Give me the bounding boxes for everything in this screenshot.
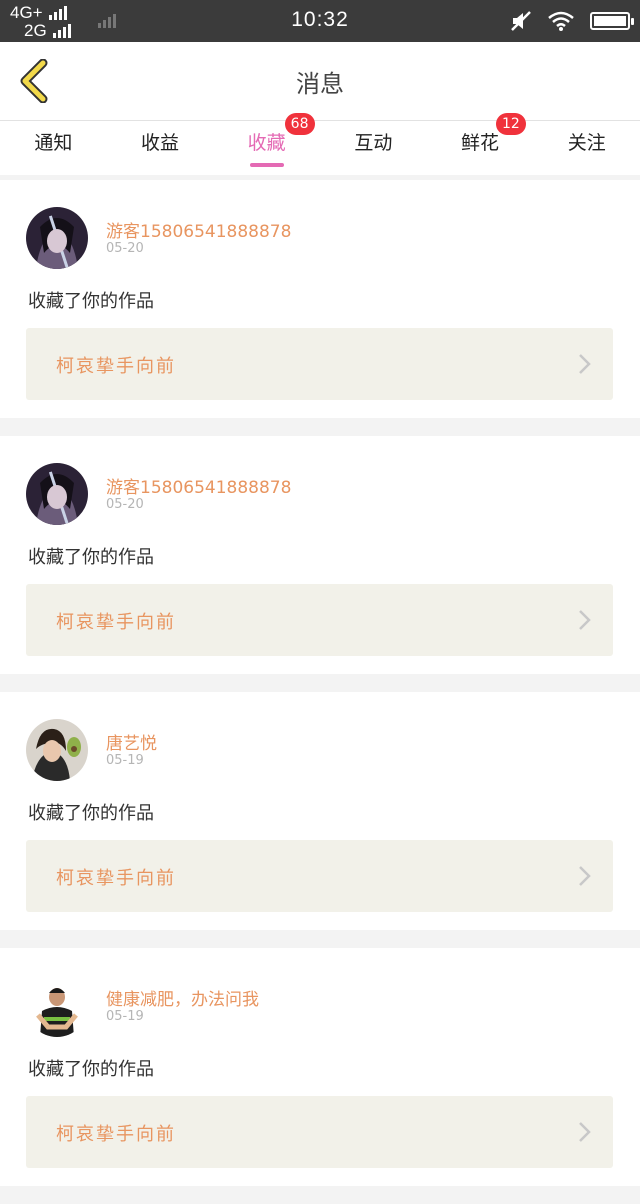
message-card: 健康减肥，办法问我 05-19 收藏了你的作品 柯哀挚手向前 (0, 948, 640, 1186)
message-card: 游客15806541888878 05-20 收藏了你的作品 柯哀挚手向前 (0, 180, 640, 418)
work-title: 柯哀挚手向前 (56, 612, 176, 633)
chevron-right-icon (579, 1122, 591, 1142)
tab-label: 互动 (354, 132, 393, 154)
work-link[interactable]: 柯哀挚手向前 (26, 328, 613, 400)
tab-follows[interactable]: 关注 (533, 121, 640, 175)
message-date: 05-20 (106, 241, 144, 256)
favorites-count-badge: 68 (284, 113, 315, 135)
message-date: 05-19 (106, 753, 144, 768)
message-list: 游客15806541888878 05-20 收藏了你的作品 柯哀挚手向前 游客… (0, 180, 640, 1204)
work-title: 柯哀挚手向前 (56, 356, 176, 377)
wifi-icon (548, 11, 574, 31)
tab-interactions[interactable]: 互动 (320, 121, 427, 175)
avatar[interactable] (26, 975, 88, 1037)
message-date: 05-19 (106, 1009, 144, 1024)
avatar[interactable] (26, 719, 88, 781)
message-text: 收藏了你的作品 (28, 547, 154, 568)
username[interactable]: 健康减肥，办法问我 (106, 985, 259, 1010)
work-title: 柯哀挚手向前 (56, 868, 176, 889)
message-text: 收藏了你的作品 (28, 1059, 154, 1080)
header: 消息 (0, 42, 640, 120)
work-link[interactable]: 柯哀挚手向前 (26, 840, 613, 912)
username[interactable]: 唐艺悦 (106, 729, 157, 754)
tab-label: 鲜花 (461, 132, 500, 154)
avatar[interactable] (26, 207, 88, 269)
page-title: 消息 (296, 70, 344, 98)
message-text: 收藏了你的作品 (28, 291, 154, 312)
mute-icon (511, 11, 531, 31)
message-text: 收藏了你的作品 (28, 803, 154, 824)
work-link[interactable]: 柯哀挚手向前 (26, 1096, 613, 1168)
message-card: 游客15806541888878 05-20 收藏了你的作品 柯哀挚手向前 (0, 436, 640, 674)
tab-notifications[interactable]: 通知 (0, 121, 107, 175)
status-bar: 4G+ 2G 10:32 (0, 0, 640, 42)
tab-earnings[interactable]: 收益 (107, 121, 214, 175)
tab-label: 通知 (34, 132, 73, 154)
chevron-right-icon (579, 610, 591, 630)
tab-label: 收藏 (247, 132, 286, 154)
tab-favorites[interactable]: 收藏 68 (213, 113, 320, 175)
battery-icon (590, 12, 634, 30)
chevron-right-icon (579, 354, 591, 374)
flowers-count-badge: 12 (496, 113, 526, 135)
tab-flowers[interactable]: 鲜花 12 (427, 113, 534, 175)
username[interactable]: 游客15806541888878 (106, 473, 291, 498)
tab-label: 关注 (567, 132, 606, 154)
chevron-right-icon (579, 866, 591, 886)
message-card: 唐艺悦 05-19 收藏了你的作品 柯哀挚手向前 (0, 692, 640, 930)
message-date: 05-20 (106, 497, 144, 512)
active-tab-indicator (249, 163, 284, 167)
tab-bar: 通知 收益 收藏 68 互动 鲜花 12 关注 (0, 113, 640, 175)
username[interactable]: 游客15806541888878 (106, 217, 291, 242)
work-link[interactable]: 柯哀挚手向前 (26, 584, 613, 656)
work-title: 柯哀挚手向前 (56, 1124, 176, 1145)
tab-label: 收益 (141, 132, 180, 154)
avatar[interactable] (26, 463, 88, 525)
